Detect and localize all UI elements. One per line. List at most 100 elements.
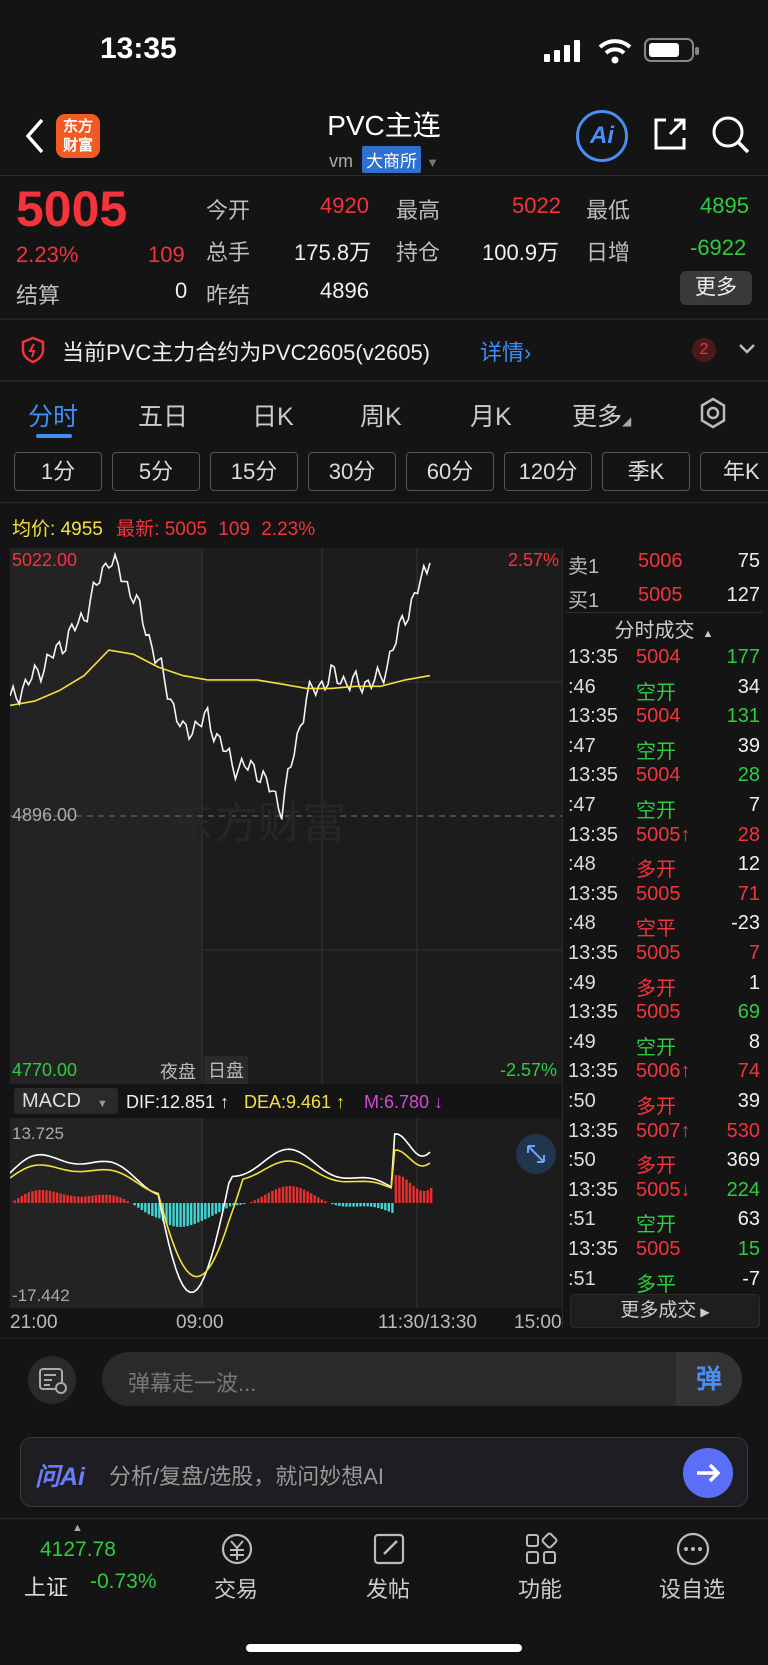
- nav-functions[interactable]: 功能: [490, 1530, 590, 1602]
- expand-chart-button[interactable]: [516, 1134, 556, 1174]
- tick-time: 13:35: [568, 823, 619, 846]
- tick-volume: 131: [726, 705, 760, 728]
- caret-down-icon: ▼: [426, 155, 439, 170]
- period-quarter-k[interactable]: 季K: [602, 452, 690, 491]
- ai-button[interactable]: Ai: [576, 110, 628, 162]
- tick-time: 13:35: [568, 705, 619, 728]
- more-quote-button[interactable]: 更多: [680, 271, 752, 305]
- tick-volume: 1: [748, 971, 760, 994]
- macd-histogram-bar: [239, 1203, 242, 1205]
- tick-time: :49: [568, 1030, 596, 1053]
- tick-row: :47 空开 39: [566, 733, 762, 763]
- index-value[interactable]: 4127.78: [40, 1538, 116, 1562]
- period-30m[interactable]: 30分: [308, 452, 396, 491]
- macd-histogram-bar: [190, 1203, 193, 1225]
- tick-price: 空开: [636, 1214, 676, 1237]
- tick-row: 13:35 5004 28: [566, 762, 762, 791]
- macd-histogram-bar: [140, 1203, 143, 1210]
- danmu-send-button[interactable]: 弹: [676, 1352, 742, 1406]
- tick-row: :48 空平 -23: [566, 910, 762, 940]
- danmu-toggle-button[interactable]: [28, 1356, 76, 1404]
- macd-histogram-bar: [87, 1196, 90, 1203]
- tick-price: 空开: [636, 681, 676, 704]
- prev-settle-label: 昨结: [206, 283, 251, 308]
- tick-time: :48: [568, 912, 596, 935]
- share-icon[interactable]: [650, 114, 690, 154]
- macd-histogram-bar: [235, 1203, 239, 1206]
- tab-daily-k[interactable]: 日K: [252, 397, 294, 433]
- macd-histogram-bar: [211, 1203, 214, 1216]
- notice-bar[interactable]: 当前PVC主力合约为PVC2605(v2605) 详情› 2: [0, 320, 768, 380]
- macd-histogram-bar: [391, 1203, 394, 1213]
- tick-price: 多开: [636, 977, 676, 1000]
- macd-histogram-bar: [394, 1175, 398, 1203]
- tab-five-day[interactable]: 五日: [138, 397, 188, 433]
- index-change[interactable]: -0.73%: [90, 1570, 157, 1594]
- macd-histogram-bar: [430, 1188, 433, 1203]
- danmu-input[interactable]: 弹幕走一波... 弹: [102, 1352, 742, 1406]
- macd-histogram-bar: [317, 1197, 320, 1203]
- tick-row: :51 空开 63: [566, 1206, 762, 1237]
- period-year-k[interactable]: 年K: [700, 452, 768, 491]
- tick-time: 13:35: [568, 1238, 619, 1260]
- volume-value: 175.8万: [294, 240, 372, 265]
- period-5m[interactable]: 5分: [112, 452, 200, 491]
- macd-chart[interactable]: [10, 1118, 562, 1308]
- tick-volume: 7: [748, 942, 760, 964]
- macd-histogram-bar: [98, 1194, 101, 1203]
- index-name[interactable]: 上证: [24, 1570, 68, 1602]
- macd-histogram-bar: [122, 1199, 126, 1203]
- tick-volume: 63: [737, 1208, 760, 1231]
- macd-histogram-bar: [377, 1203, 380, 1208]
- tab-weekly-k[interactable]: 周K: [360, 397, 402, 433]
- macd-histogram-bar: [45, 1190, 48, 1203]
- macd-dif: DIF:12.851 ↑: [126, 1092, 230, 1112]
- settings-gear-icon[interactable]: [696, 396, 730, 430]
- macd-histogram-bar: [17, 1198, 20, 1203]
- tab-monthly-k[interactable]: 月K: [470, 397, 512, 433]
- nav-post[interactable]: 发帖: [338, 1530, 438, 1602]
- chevron-down-icon[interactable]: [738, 342, 756, 356]
- volume-label: 总手: [206, 240, 251, 265]
- tick-time: 13:35: [568, 646, 619, 668]
- macd-bottom-value: -17.442: [12, 1286, 70, 1305]
- indicator-selector[interactable]: MACD ▼: [14, 1088, 118, 1114]
- ai-send-button[interactable]: [683, 1448, 733, 1498]
- nav-trade[interactable]: 交易: [186, 1530, 286, 1602]
- tab-more[interactable]: 更多◢: [572, 397, 631, 433]
- macd-histogram-bar: [168, 1203, 172, 1225]
- macd-histogram-bar: [341, 1203, 345, 1207]
- intraday-chart[interactable]: 东方财富: [10, 548, 562, 1084]
- tick-time: 13:35: [568, 764, 619, 787]
- tick-price: 多平: [636, 1273, 676, 1296]
- notice-detail-link[interactable]: 详情›: [480, 335, 531, 367]
- tick-row: 13:35 5005↓ 224: [566, 1177, 762, 1206]
- macd-histogram-bar: [352, 1203, 355, 1207]
- ticks-title[interactable]: 分时成交 ▲: [566, 614, 762, 643]
- period-120m[interactable]: 120分: [504, 452, 592, 491]
- macd-histogram-bar: [115, 1196, 119, 1203]
- tick-time: :50: [568, 1149, 596, 1172]
- macd-histogram-bar: [366, 1203, 369, 1207]
- macd-histogram-bar: [274, 1189, 278, 1203]
- oi-value: 100.9万: [482, 240, 560, 265]
- period-60m[interactable]: 60分: [406, 452, 494, 491]
- macd-histogram-bar: [13, 1200, 16, 1203]
- nav-trade-label: 交易: [213, 1577, 258, 1602]
- period-15m[interactable]: 15分: [210, 452, 298, 491]
- more-trades-button[interactable]: 更多成交 ▶: [570, 1294, 760, 1328]
- tick-volume: 12: [737, 853, 760, 876]
- caret-up-icon: ▲: [72, 1522, 83, 1534]
- nav-watchlist[interactable]: 设自选: [642, 1530, 742, 1602]
- macd-histogram-bar: [73, 1196, 76, 1203]
- search-icon[interactable]: [710, 114, 752, 156]
- macd-histogram-bar: [331, 1203, 334, 1205]
- macd-histogram-bar: [302, 1189, 306, 1203]
- period-1m[interactable]: 1分: [14, 452, 102, 491]
- tick-row: :51 多平 -7: [566, 1266, 762, 1296]
- macd-histogram-bar: [295, 1187, 299, 1203]
- ai-question-bar[interactable]: 问Ai 分析/复盘/选股，就问妙想AI: [20, 1437, 748, 1507]
- tab-intraday[interactable]: 分时: [28, 397, 78, 433]
- tick-price: 5005: [636, 882, 681, 905]
- tick-row: 13:35 5004 177: [566, 644, 762, 673]
